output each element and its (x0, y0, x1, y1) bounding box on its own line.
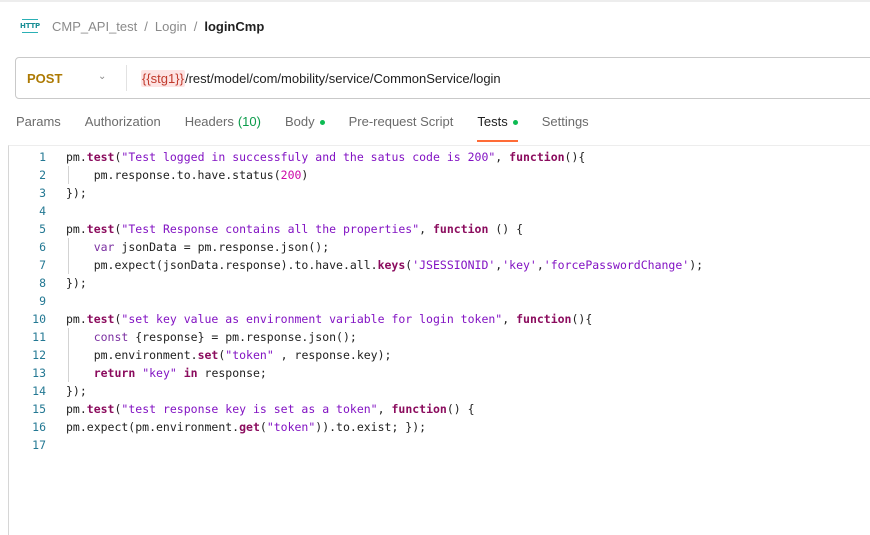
tab-params[interactable]: Params (16, 112, 61, 142)
request-url-bar: POST ⌄ {{stg1}} /rest/model/com/mobility… (15, 57, 870, 99)
status-dot-icon (512, 120, 518, 125)
breadcrumb-folder[interactable]: Login (155, 19, 187, 34)
code-line[interactable]: 8}); (9, 274, 703, 292)
code-line[interactable]: 2 pm.response.to.have.status(200) (9, 166, 703, 184)
tab-label: Tests (477, 114, 508, 129)
line-number: 3 (39, 186, 46, 200)
code-text: pm.environment.set("token" , response.ke… (66, 346, 392, 364)
code-lines: 1 pm.test("Test logged in successfuly and… (9, 148, 703, 454)
line-number: 11 (32, 330, 46, 344)
code-text: }); (66, 186, 87, 200)
arrow-right-icon (22, 19, 38, 20)
indent-guide (68, 238, 69, 256)
code-text: pm.expect(pm.environment.get("token")).t… (66, 420, 427, 434)
tab-pre-request-script[interactable]: Pre-request Script (349, 112, 454, 142)
indent-guide (68, 256, 69, 274)
code-text: return "key" in response; (46, 364, 267, 382)
method-label: POST (27, 70, 63, 86)
code-line[interactable]: 5 pm.test("Test Response contains all the… (9, 220, 703, 238)
line-number: 10 (32, 312, 46, 326)
code-line[interactable]: 10 pm.test("set key value as environment … (9, 310, 703, 328)
arrow-left-icon (22, 32, 38, 33)
code-text: }); (66, 384, 87, 398)
code-line[interactable]: 16 pm.expect(pm.environment.get("token"))… (9, 418, 703, 436)
code-text: pm.test("Test Response contains all the … (66, 222, 524, 236)
tab-label: Headers (184, 114, 234, 129)
code-line[interactable]: 6 var jsonData = pm.response.json(); (9, 238, 703, 256)
tab-authorization[interactable]: Authorization (85, 112, 161, 142)
line-number: 4 (39, 204, 46, 218)
headers-count-badge: (10) (237, 114, 261, 129)
indent-guide (68, 346, 69, 364)
http-icon-label: HTTP (20, 22, 40, 30)
code-line[interactable]: 1 pm.test("Test logged in successfuly and… (9, 148, 703, 166)
breadcrumb-separator: / (193, 18, 198, 34)
line-number: 15 (32, 402, 46, 416)
line-number: 16 (32, 420, 46, 434)
code-line[interactable]: 4 (9, 202, 703, 220)
code-line[interactable]: 9 (9, 292, 703, 310)
line-number: 17 (32, 438, 46, 452)
url-input[interactable]: {{stg1}} /rest/model/com/mobility/servic… (141, 69, 501, 87)
url-path: /rest/model/com/mobility/service/CommonS… (184, 70, 501, 86)
code-text: const {response} = pm.response.json(); (46, 328, 357, 346)
tab-label: Settings (541, 114, 589, 129)
code-text: pm.expect(jsonData.response).to.have.all… (66, 256, 704, 274)
code-line[interactable]: 7 pm.expect(jsonData.response).to.have.a… (9, 256, 703, 274)
tab-label: Pre-request Script (348, 114, 454, 129)
tab-body[interactable]: Body (285, 112, 325, 142)
line-number: 6 (39, 240, 46, 254)
indent-guide (68, 166, 69, 184)
code-line[interactable]: 12 pm.environment.set("token" , response… (9, 346, 703, 364)
code-text: pm.test("set key value as environment va… (66, 312, 593, 326)
tab-tests[interactable]: Tests (477, 112, 519, 142)
chevron-down-icon: ⌄ (98, 71, 107, 82)
line-number: 9 (39, 294, 46, 308)
line-number: 1 (39, 150, 46, 164)
code-text: var jsonData = pm.response.json(); (46, 238, 329, 256)
line-number: 13 (32, 366, 46, 380)
line-number: 14 (32, 384, 46, 398)
line-number: 12 (32, 348, 46, 362)
line-number: 8 (39, 276, 46, 290)
url-divider (126, 65, 127, 91)
method-select[interactable]: POST ⌄ (16, 58, 126, 98)
code-line[interactable]: 17 (9, 436, 703, 454)
http-request-icon: HTTP (20, 17, 40, 35)
status-dot-icon (319, 120, 325, 125)
top-border (0, 0, 870, 2)
tests-script-editor[interactable]: 1 pm.test("Test logged in successfuly and… (8, 145, 870, 535)
indent-guide (68, 364, 69, 382)
code-line[interactable]: 14}); (9, 382, 703, 400)
line-number: 2 (39, 168, 46, 182)
code-text: pm.response.to.have.status(200) (66, 166, 309, 184)
tab-settings[interactable]: Settings (542, 112, 589, 142)
code-line[interactable]: 11 const {response} = pm.response.json()… (9, 328, 703, 346)
line-number: 7 (39, 258, 46, 272)
line-number: 5 (39, 222, 46, 236)
breadcrumb: HTTP CMP_API_test / Login / loginCmp (20, 16, 264, 36)
url-environment-variable[interactable]: {{stg1}} (141, 69, 185, 87)
code-line[interactable]: 13 return "key" in response; (9, 364, 703, 382)
code-line[interactable]: 15 pm.test("test response key is set as a… (9, 400, 703, 418)
tab-label: Params (16, 114, 61, 129)
request-tabs: Params Authorization Headers (10) Body Pr… (16, 112, 613, 142)
tab-headers[interactable]: Headers (10) (185, 112, 261, 142)
code-text: pm.test("test response key is set as a t… (66, 402, 475, 416)
code-text: pm.test("Test logged in successfuly and … (66, 150, 586, 164)
breadcrumb-collection[interactable]: CMP_API_test (52, 19, 137, 34)
breadcrumb-separator: / (144, 18, 148, 34)
breadcrumb-request-name[interactable]: loginCmp (204, 19, 264, 34)
indent-guide (68, 328, 69, 346)
code-line[interactable]: 3}); (9, 184, 703, 202)
tab-label: Body (284, 114, 315, 129)
tab-label: Authorization (84, 114, 161, 129)
code-text: }); (66, 276, 87, 290)
